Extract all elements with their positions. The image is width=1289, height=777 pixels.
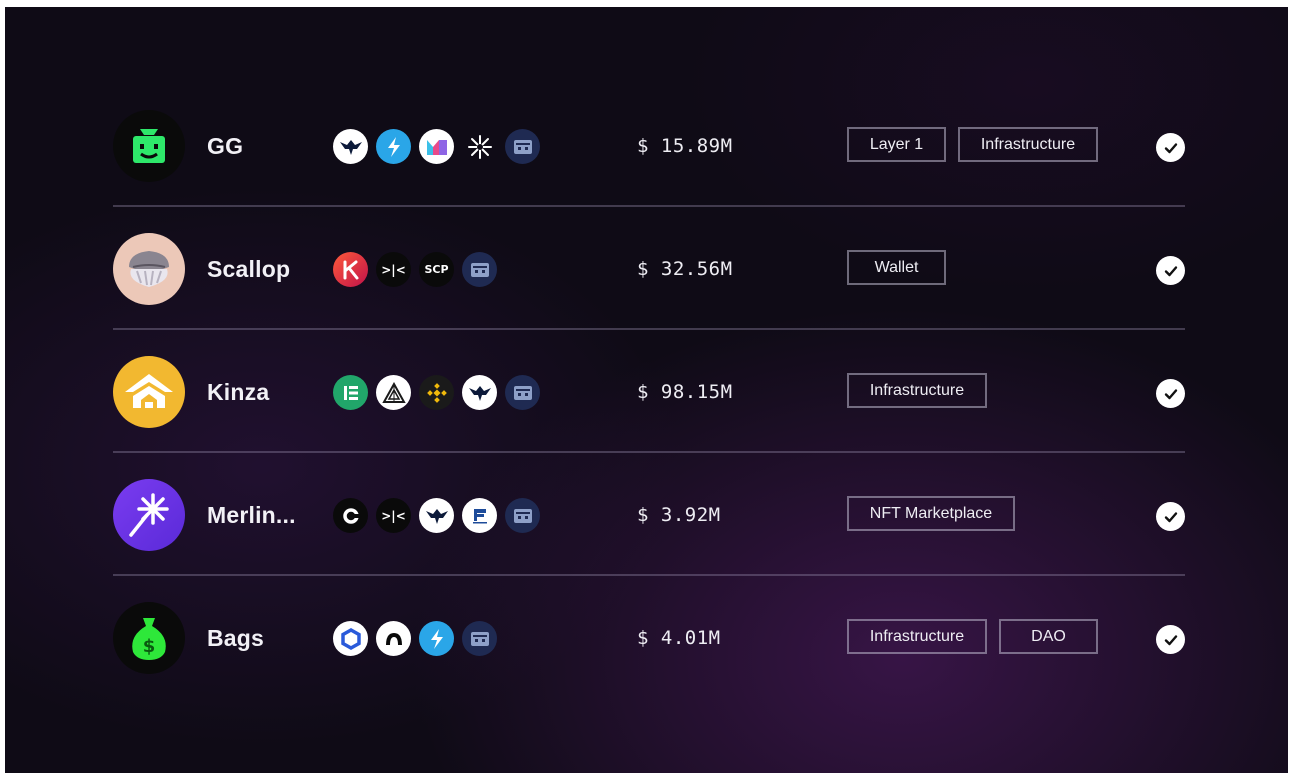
svg-text:$: $ xyxy=(143,636,156,657)
chain-list: >|< SCP xyxy=(333,252,497,287)
eagle-chain-icon[interactable] xyxy=(462,375,497,410)
verified-check-icon xyxy=(1156,502,1185,531)
chain-list: >|< xyxy=(333,498,540,533)
tag-badge[interactable]: Infrastructure xyxy=(847,373,987,408)
gg-robot-icon xyxy=(113,110,185,182)
star-chain-icon[interactable] xyxy=(462,129,497,164)
table-row[interactable]: Merlin... >|< $ 3.92M NFT Marketplace xyxy=(113,454,1185,577)
hexagon-chain-icon[interactable] xyxy=(333,621,368,656)
c-chain-icon[interactable] xyxy=(333,498,368,533)
bnb-chain-icon[interactable] xyxy=(419,375,454,410)
tag-badge[interactable]: Infrastructure xyxy=(847,619,987,654)
table-row[interactable]: $ Bags $ 4.01M Infrastructure DAO xyxy=(113,577,1185,700)
tag-badge[interactable]: Infrastructure xyxy=(958,127,1098,162)
robot-chain-icon[interactable] xyxy=(462,252,497,287)
tag-list: NFT Marketplace xyxy=(847,496,1015,531)
tag-list: Infrastructure xyxy=(847,373,987,408)
tag-badge[interactable]: DAO xyxy=(999,619,1098,654)
table-row[interactable]: GG $ 15.89M Layer 1 Infrastructure xyxy=(113,85,1185,208)
tag-list: Infrastructure DAO xyxy=(847,619,1098,654)
tag-badge[interactable]: Layer 1 xyxy=(847,127,946,162)
ledger-chain-icon[interactable] xyxy=(333,375,368,410)
arrows-chain-icon[interactable]: >|< xyxy=(376,252,411,287)
project-name[interactable]: Scallop xyxy=(207,208,290,331)
project-name[interactable]: Kinza xyxy=(207,331,269,454)
chain-list xyxy=(333,375,540,410)
flag-chain-icon[interactable] xyxy=(462,498,497,533)
tvl-value: $ 98.15M xyxy=(637,381,733,403)
verified-check-icon xyxy=(1156,133,1185,162)
lightning-chain-icon[interactable] xyxy=(376,129,411,164)
table-row[interactable]: Kinza $ 98.15M Infrastructure xyxy=(113,331,1185,454)
project-name[interactable]: GG xyxy=(207,85,243,208)
robot-chain-icon[interactable] xyxy=(505,498,540,533)
chain-list xyxy=(333,129,540,164)
robot-chain-icon[interactable] xyxy=(505,129,540,164)
eagle-chain-icon[interactable] xyxy=(333,129,368,164)
verified-check-icon xyxy=(1156,625,1185,654)
verified-check-icon xyxy=(1156,256,1185,285)
robot-chain-icon[interactable] xyxy=(505,375,540,410)
row-divider xyxy=(113,574,1185,576)
project-name[interactable]: Merlin... xyxy=(207,454,296,577)
tvl-value: $ 3.92M xyxy=(637,504,721,526)
money-bag-icon: $ xyxy=(113,602,185,674)
table-row[interactable]: Scallop >|< SCP $ 32.56M Wallet xyxy=(113,208,1185,331)
row-divider xyxy=(113,205,1185,207)
scp-chain-icon[interactable]: SCP xyxy=(419,252,454,287)
robot-chain-icon[interactable] xyxy=(462,621,497,656)
tag-badge[interactable]: Wallet xyxy=(847,250,946,285)
kinza-house-icon xyxy=(113,356,185,428)
tvl-value: $ 4.01M xyxy=(637,627,721,649)
tag-badge[interactable]: NFT Marketplace xyxy=(847,496,1015,531)
triangle-chain-icon[interactable] xyxy=(376,375,411,410)
verified-check-icon xyxy=(1156,379,1185,408)
lightning-chain-icon[interactable] xyxy=(419,621,454,656)
arrows-chain-icon[interactable]: >|< xyxy=(376,498,411,533)
eagle-chain-icon[interactable] xyxy=(419,498,454,533)
tag-list: Layer 1 Infrastructure xyxy=(847,127,1098,162)
k-chain-icon[interactable] xyxy=(333,252,368,287)
tvl-value: $ 15.89M xyxy=(637,135,733,157)
scallop-shell-icon xyxy=(113,233,185,305)
app-frame: GG $ 15.89M Layer 1 Infrastructure Scall… xyxy=(5,7,1288,773)
tvl-value: $ 32.56M xyxy=(637,258,733,280)
row-divider xyxy=(113,328,1185,330)
m-chain-icon[interactable] xyxy=(419,129,454,164)
row-divider xyxy=(113,451,1185,453)
arch-chain-icon[interactable] xyxy=(376,621,411,656)
merlin-star-icon xyxy=(113,479,185,551)
chain-list xyxy=(333,621,497,656)
tag-list: Wallet xyxy=(847,250,946,285)
project-name[interactable]: Bags xyxy=(207,577,264,700)
